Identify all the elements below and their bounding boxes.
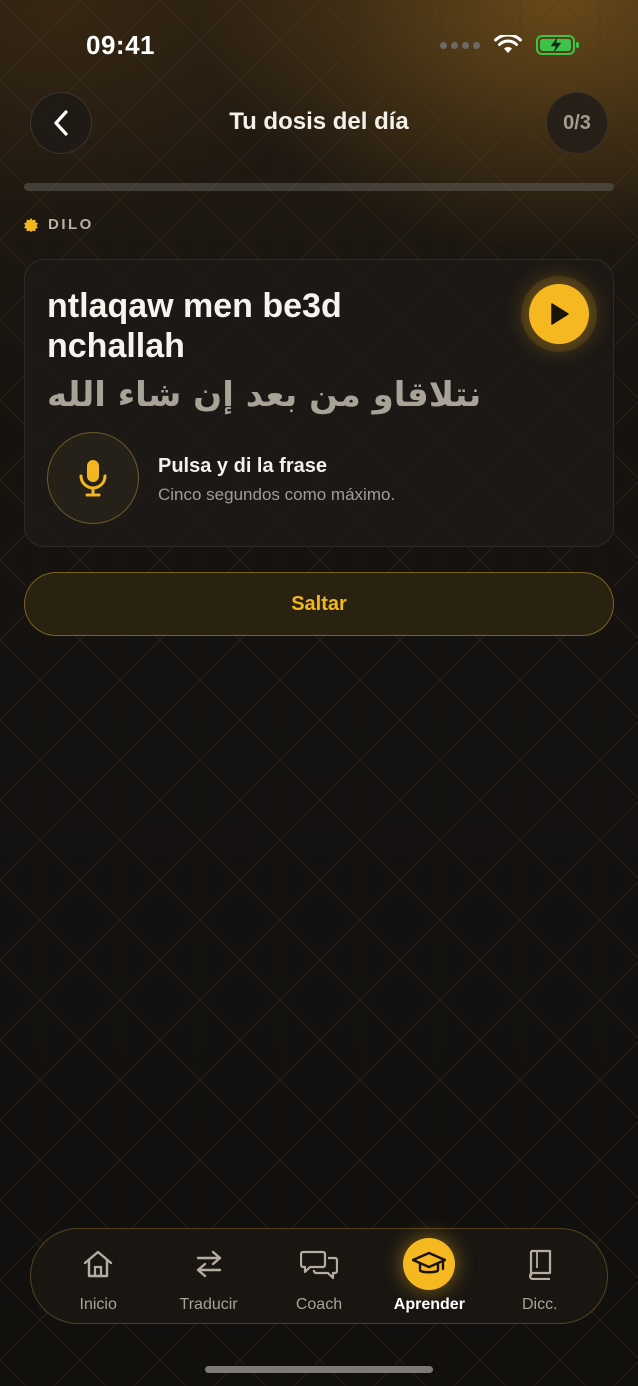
home-icon (83, 1250, 113, 1278)
cellular-signal-icon (440, 41, 480, 49)
progress-counter: 0/3 (546, 92, 608, 154)
status-icons (440, 34, 580, 56)
mic-instruction-title: Pulsa y di la frase (158, 455, 327, 477)
badge-icon (24, 217, 38, 232)
skip-button[interactable]: Saltar (24, 572, 614, 636)
phrase-latin: ntlaqaw men be3d nchallah (47, 287, 342, 365)
tab-diccionario[interactable]: Dicc. (488, 1238, 592, 1314)
book-icon (528, 1249, 551, 1280)
tab-bar: Inicio Traducir Coach Aprender Dicc. (30, 1228, 608, 1324)
tab-traducir[interactable]: Traducir (157, 1238, 261, 1314)
tab-label: Aprender (393, 1296, 465, 1313)
record-mic-button[interactable] (47, 432, 139, 524)
page-title: Tu dosis del día (229, 108, 409, 135)
graduation-cap-icon (412, 1251, 447, 1274)
play-audio-button[interactable] (529, 284, 589, 344)
battery-charging-icon (536, 35, 579, 55)
status-time: 09:41 (86, 30, 155, 60)
play-icon (551, 303, 569, 325)
tab-label: Inicio (79, 1296, 117, 1313)
progress-bar (24, 183, 614, 191)
phrase-arabic: نتلاقاو من بعد إن شاء الله (47, 375, 482, 415)
mic-instruction-subtitle: Cinco segundos como máximo. (158, 485, 396, 504)
wifi-icon (494, 35, 522, 53)
tab-label: Coach (295, 1296, 343, 1313)
swap-arrows-icon (196, 1250, 221, 1278)
section-label-text: DILO (48, 216, 94, 233)
microphone-icon (79, 460, 107, 497)
chat-bubbles-icon (299, 1250, 338, 1280)
home-indicator (205, 1366, 433, 1373)
tab-coach[interactable]: Coach (267, 1238, 371, 1314)
tab-label: Traducir (179, 1296, 238, 1313)
phrase-card: ntlaqaw men be3d nchallah نتلاقاو من بعد… (24, 259, 614, 547)
tab-aprender[interactable]: Aprender (377, 1238, 481, 1314)
tab-inicio[interactable]: Inicio (46, 1238, 150, 1314)
section-label: DILO (24, 216, 94, 233)
tab-label: Dicc. (521, 1296, 558, 1313)
